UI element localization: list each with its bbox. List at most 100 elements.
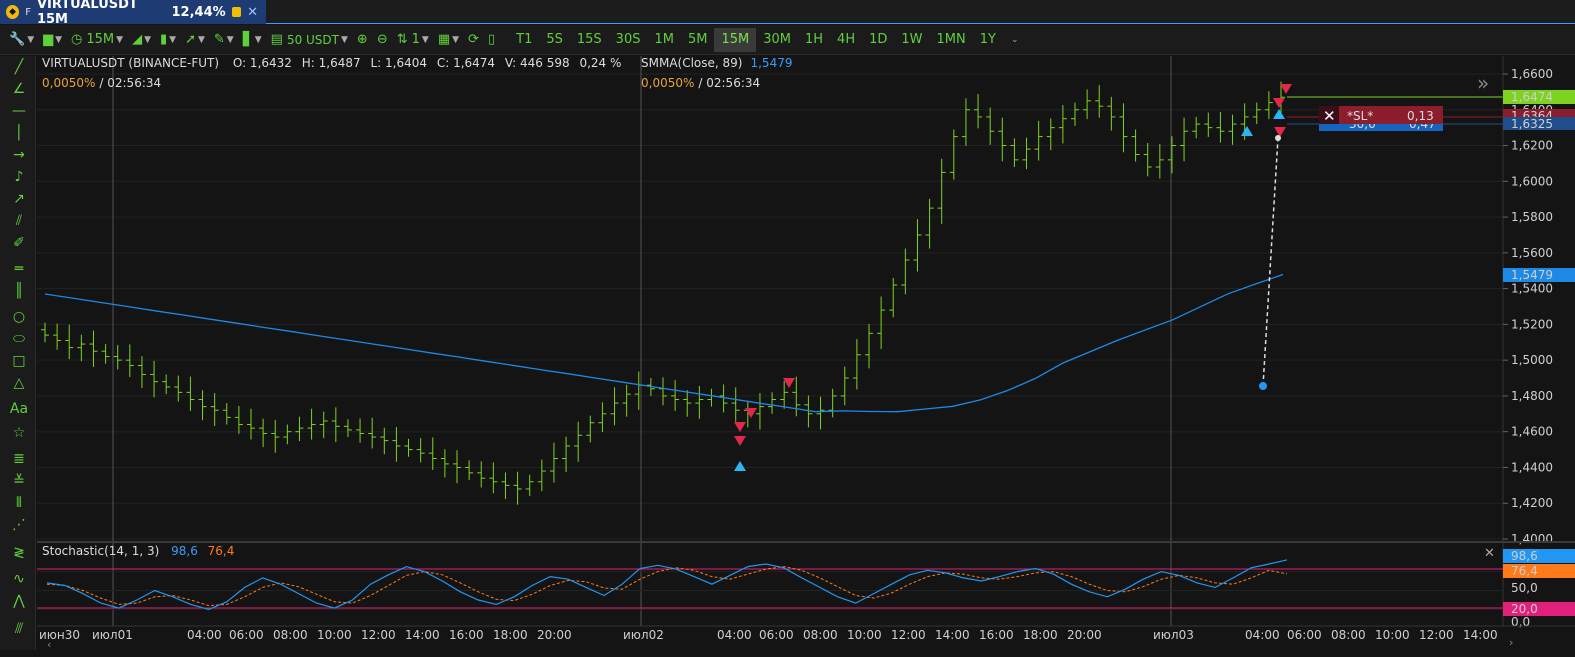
timeframe-15m[interactable]: 15M xyxy=(714,27,757,52)
fib-time-icon[interactable]: ⦀ xyxy=(9,494,29,512)
time-axis[interactable]: июн30 июл01 04:00 06:00 08:00 10:00 12:00 14:00… xyxy=(39,628,1498,642)
timeframe-1y[interactable]: 1Y xyxy=(973,28,1003,52)
svg-text:1,5479: 1,5479 xyxy=(1511,268,1553,282)
close-tab-icon[interactable]: ✕ xyxy=(247,5,258,20)
svg-text:0,0050%/ 02:56:34: 0,0050% / 02:56:34 xyxy=(42,76,161,90)
zigzag-tool-icon[interactable]: ≷ xyxy=(9,544,29,562)
interval-value: 15M xyxy=(86,32,115,47)
wave-tool-icon[interactable]: ∿ xyxy=(9,570,29,588)
futures-badge: F xyxy=(25,6,31,18)
chart-type-icon[interactable]: ◢ ▼ xyxy=(129,28,154,52)
more-timeframes-icon[interactable]: ⌄ xyxy=(1006,28,1022,52)
quantity-value: 50 USDT xyxy=(286,32,339,47)
expand-chevrons-icon[interactable]: » xyxy=(1477,71,1489,95)
refresh-icon[interactable]: ⟳ xyxy=(465,28,482,52)
timeframe-t1[interactable]: T1 xyxy=(509,28,539,52)
vertical-lines-icon[interactable]: ║ xyxy=(9,282,29,300)
time-label: 16:00 xyxy=(449,628,484,642)
line-tool-icon[interactable]: ╱ xyxy=(9,58,29,76)
price-tick: 1,5600 xyxy=(1511,246,1553,260)
price-tick: 1,5200 xyxy=(1511,317,1553,331)
timeframe-5m[interactable]: 5M xyxy=(681,28,715,52)
indicators-icon[interactable]: ▋ ▼ xyxy=(240,28,265,52)
timeframe-4h[interactable]: 4H xyxy=(830,28,862,52)
tab-title: VIRTUALUSDT 15M xyxy=(36,0,138,27)
lots-selector[interactable]: ⇅ 1 ▼ xyxy=(394,28,432,52)
fibonacci-tool-icon[interactable]: ≣ xyxy=(9,450,29,468)
horizontal-line-icon[interactable]: — xyxy=(9,102,29,120)
quantity-selector[interactable]: ▤ 50 USDT ▼ xyxy=(268,28,351,52)
time-label: 04:00 xyxy=(717,628,752,642)
channel-tool-icon[interactable]: ⫽ xyxy=(9,212,29,230)
hatch-tool-icon[interactable]: ⫻ xyxy=(9,620,29,638)
mouse-icon[interactable]: ▯ xyxy=(485,28,498,52)
gann-fan-icon[interactable]: ⋰ xyxy=(9,516,29,534)
timeframe-1m[interactable]: 1M xyxy=(647,28,681,52)
ellipse-tool-icon[interactable]: ⬭ xyxy=(9,330,29,348)
price-tick: 1,4600 xyxy=(1511,425,1553,439)
time-label: 14:00 xyxy=(1463,628,1498,642)
sl-order-tag[interactable]: ✕ *SL* 0,13 xyxy=(1319,106,1443,125)
tab-change: 12,44% xyxy=(171,4,226,20)
fib-extension-icon[interactable]: ≚ xyxy=(9,472,29,490)
brush-tool-icon[interactable]: ✐ xyxy=(9,234,29,252)
timeframe-1mn[interactable]: 1MN xyxy=(930,28,973,52)
scroll-right-icon[interactable]: › xyxy=(1509,636,1513,649)
zoom-in-icon[interactable]: ⊕ xyxy=(354,28,371,52)
circle-tool-icon[interactable]: ○ xyxy=(9,308,29,326)
drawing-pen-icon[interactable]: ✎ ▼ xyxy=(211,28,237,52)
text-tool-icon[interactable]: Aa xyxy=(9,400,29,418)
chart-area[interactable]: 30,0 0,47 ✕ *SL* 0,13 » 1,66001,64001,62… xyxy=(37,56,1575,650)
svg-text:1,6325: 1,6325 xyxy=(1511,117,1553,131)
price-tick: 1,5800 xyxy=(1511,210,1553,224)
price-tick: 1,4800 xyxy=(1511,389,1553,403)
svg-text:1,6474: 1,6474 xyxy=(1511,90,1553,104)
cursor-icon[interactable]: ➚ ▼ xyxy=(182,28,208,52)
trade-entry-dot xyxy=(1259,382,1267,390)
calendar-icon[interactable]: ▦ ▼ xyxy=(435,28,462,52)
stochastic-k-value: 98,6 xyxy=(171,544,198,558)
timeframe-1h[interactable]: 1H xyxy=(798,28,830,52)
lots-value: 1 xyxy=(411,32,420,47)
last-price-badge: 1,6474 xyxy=(1503,90,1575,104)
svg-text:0,0050%/ 02:56:34: 0,0050% / 02:56:34 xyxy=(641,76,760,90)
timeframe-1w[interactable]: 1W xyxy=(894,28,929,52)
stoch-tick-50: 50,0 xyxy=(1511,581,1538,595)
rectangle-tool-icon[interactable]: □ xyxy=(9,352,29,370)
timeframe-5s[interactable]: 5S xyxy=(539,28,570,52)
candle-style-icon[interactable]: ▮ ▼ xyxy=(157,28,179,52)
folder-icon[interactable]: ▆ ▼ xyxy=(40,28,65,52)
parallel-lines-icon[interactable]: ═ xyxy=(9,260,29,278)
stoch-tick-0: 0,0 xyxy=(1511,615,1530,629)
ma-price-badge: 1,5479 xyxy=(1503,268,1575,282)
pitchfork-tool-icon[interactable]: ⋀ xyxy=(9,592,29,610)
timeframe-15s[interactable]: 15S xyxy=(570,28,609,52)
time-label: 20:00 xyxy=(537,628,572,642)
scroll-left-icon[interactable]: ‹ xyxy=(47,638,51,650)
ray-tool-icon[interactable]: → xyxy=(9,146,29,164)
close-stochastic-icon[interactable]: ✕ xyxy=(1484,546,1495,561)
timeframe-30m[interactable]: 30M xyxy=(756,28,798,52)
settings-wrench-icon[interactable]: 🔧 ▼ xyxy=(6,28,37,52)
price-tick: 1,4400 xyxy=(1511,460,1553,474)
timeframe-30s[interactable]: 30S xyxy=(609,28,648,52)
stochastic-d-value: 76,4 xyxy=(208,544,235,558)
triangle-tool-icon[interactable]: △ xyxy=(9,374,29,392)
sl-close-icon[interactable]: ✕ xyxy=(1323,107,1336,125)
arrow-tool-icon[interactable]: ↗ xyxy=(9,190,29,208)
vertical-line-icon[interactable]: │ xyxy=(9,124,29,142)
legend-low: L: 1,6404 xyxy=(370,56,427,70)
time-label: 10:00 xyxy=(847,628,882,642)
legend-change: 0,24 % xyxy=(579,56,621,70)
zoom-out-icon[interactable]: ⊖ xyxy=(374,28,391,52)
legend-spread: 0,0050% xyxy=(42,76,95,90)
chart-tab[interactable]: ◆ F VIRTUALUSDT 15M 12,44% ✕ xyxy=(0,0,266,27)
position-price-badge: 1,6325 xyxy=(1503,117,1575,131)
timeframe-1d[interactable]: 1D xyxy=(862,28,894,52)
alert-bell-icon[interactable]: ♪ xyxy=(9,168,29,186)
star-tool-icon[interactable]: ☆ xyxy=(9,424,29,442)
interval-selector[interactable]: ◷ 15M ▼ xyxy=(68,28,126,52)
time-label: 14:00 xyxy=(405,628,440,642)
angle-tool-icon[interactable]: ∠ xyxy=(9,80,29,98)
time-label: 08:00 xyxy=(803,628,838,642)
